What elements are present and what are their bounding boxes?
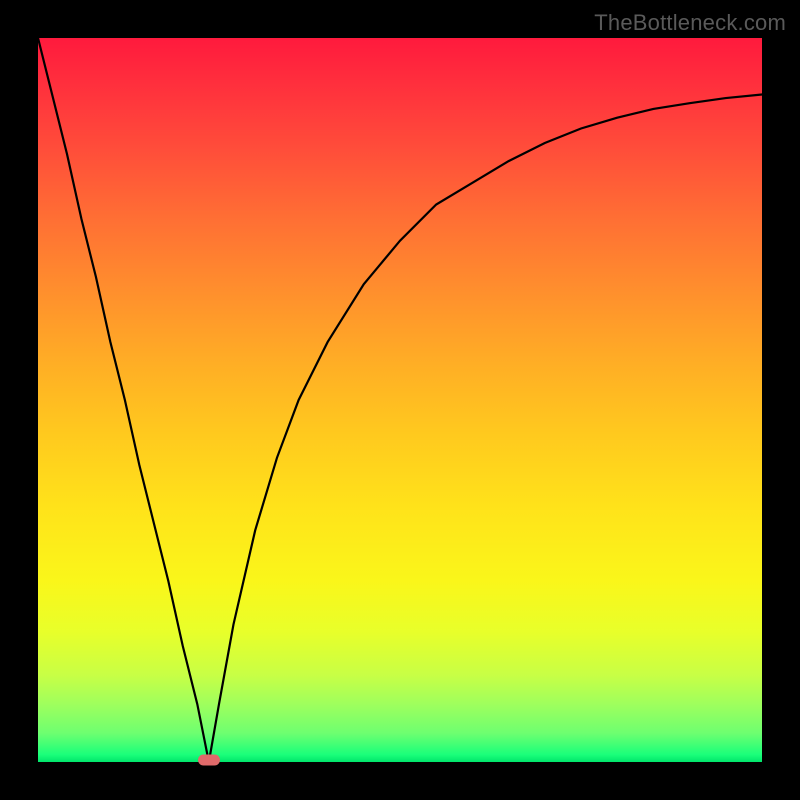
watermark-text: TheBottleneck.com xyxy=(594,10,786,36)
bottleneck-curve xyxy=(38,38,762,762)
curve-right-branch xyxy=(209,94,762,762)
chart-frame: TheBottleneck.com xyxy=(0,0,800,800)
heat-gradient-plot xyxy=(38,38,762,762)
optimal-marker xyxy=(198,755,220,766)
curve-left-branch xyxy=(38,38,209,762)
